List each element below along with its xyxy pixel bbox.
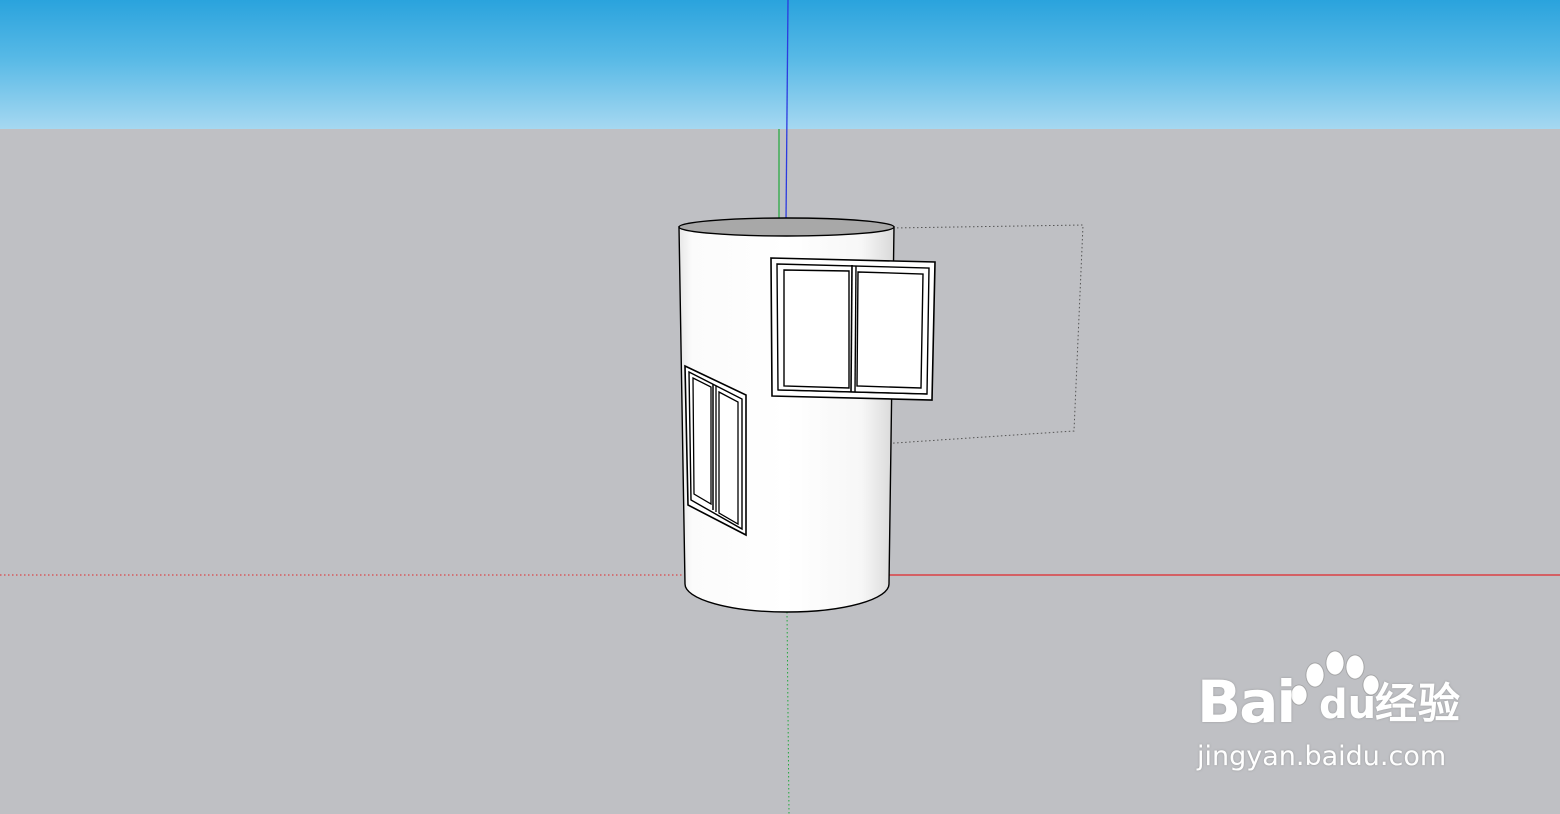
window-front-mullion-b — [854, 265, 857, 393]
watermark-brand-du: du — [1319, 682, 1377, 728]
baidu-watermark: Bai du 经验 jingyan.baidu.com — [1195, 645, 1485, 785]
modeling-viewport[interactable]: Bai du 经验 jingyan.baidu.com — [0, 0, 1560, 814]
watermark-brand-jingyan: 经验 — [1375, 679, 1462, 728]
cylinder-top-cap — [678, 217, 895, 237]
watermark-url: jingyan.baidu.com — [1197, 741, 1447, 772]
window-front-mullion-a — [850, 264, 853, 393]
window-front-open[interactable] — [770, 257, 936, 401]
watermark-brand-bai: Bai — [1197, 668, 1296, 736]
blue-axis-positive — [785, 0, 789, 223]
green-axis-negative — [786, 611, 790, 814]
window-front-outer-frame — [770, 257, 936, 401]
